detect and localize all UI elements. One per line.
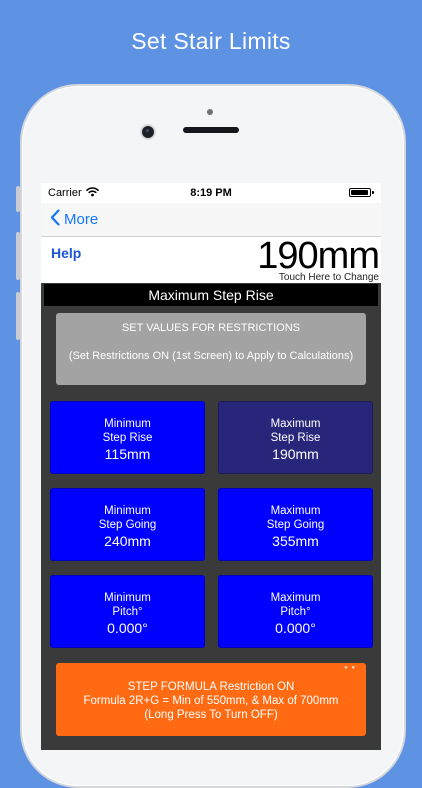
tile-label: Maximum [270, 592, 321, 604]
tile-value: 355mm [272, 533, 319, 549]
earpiece-speaker [183, 127, 239, 133]
formula-hint: (Long Press To Turn OFF) [144, 709, 278, 721]
tile-value: 115mm [104, 446, 151, 462]
min-step-going-tile[interactable]: Minimum Step Going 240mm [50, 488, 205, 561]
set-restrictions-note: (Set Restrictions ON (1st Screen) to App… [68, 350, 354, 362]
tile-label: Minimum [104, 505, 151, 517]
formula-text: Formula 2R+G = Min of 550mm, & Max of 70… [83, 695, 339, 707]
current-value-display[interactable]: 190mm [257, 237, 380, 275]
battery-icon [349, 188, 374, 197]
tile-label: Maximum [270, 418, 321, 430]
step-formula-button[interactable]: ● ● STEP FORMULA Restriction ON Formula … [56, 663, 366, 736]
touch-to-change-hint[interactable]: Touch Here to Change [279, 272, 379, 283]
back-label: More [64, 210, 99, 228]
screen-title: Maximum Step Rise [44, 284, 378, 306]
set-restrictions-title: SET VALUES FOR RESTRICTIONS [121, 322, 301, 334]
navigation-bar: More [41, 203, 381, 237]
tile-label: Minimum [104, 418, 151, 430]
min-pitch-tile[interactable]: Minimum Pitch° 0.000° [50, 575, 205, 648]
max-step-rise-tile[interactable]: Maximum Step Rise 190mm [218, 401, 373, 474]
promo-title: Set Stair Limits [131, 28, 291, 54]
proximity-sensor [207, 109, 213, 115]
status-time: 8:19 PM [190, 187, 232, 199]
status-bar: Carrier 8:19 PM [41, 183, 381, 203]
tile-label: Step Rise [102, 432, 153, 444]
tile-value: 0.000° [107, 620, 148, 636]
max-pitch-tile[interactable]: Maximum Pitch° 0.000° [218, 575, 373, 648]
set-restrictions-button[interactable]: SET VALUES FOR RESTRICTIONS (Set Restric… [56, 313, 366, 385]
tile-label: Minimum [104, 592, 151, 604]
chevron-left-icon [50, 208, 60, 230]
app-screen: Carrier 8:19 PM More Help 190mm Touch He… [41, 183, 381, 750]
tile-label: Maximum [270, 505, 321, 517]
tile-label: Step Going [98, 519, 157, 531]
tile-label: Step Rise [270, 432, 321, 444]
tile-label: Pitch° [112, 606, 143, 618]
corner-marker: ● ● [344, 665, 356, 671]
tile-value: 240mm [104, 533, 151, 549]
value-bar: Help 190mm Touch Here to Change [41, 237, 381, 283]
tile-value: 190mm [272, 446, 319, 462]
formula-title: STEP FORMULA Restriction ON [127, 681, 295, 693]
help-button[interactable]: Help [51, 245, 81, 261]
min-step-rise-tile[interactable]: Minimum Step Rise 115mm [50, 401, 205, 474]
max-step-going-tile[interactable]: Maximum Step Going 355mm [218, 488, 373, 561]
tile-value: 0.000° [275, 620, 316, 636]
back-button[interactable]: More [50, 207, 98, 231]
front-camera-icon [142, 126, 154, 138]
tile-label: Pitch° [280, 606, 311, 618]
tile-label: Step Going [266, 519, 325, 531]
